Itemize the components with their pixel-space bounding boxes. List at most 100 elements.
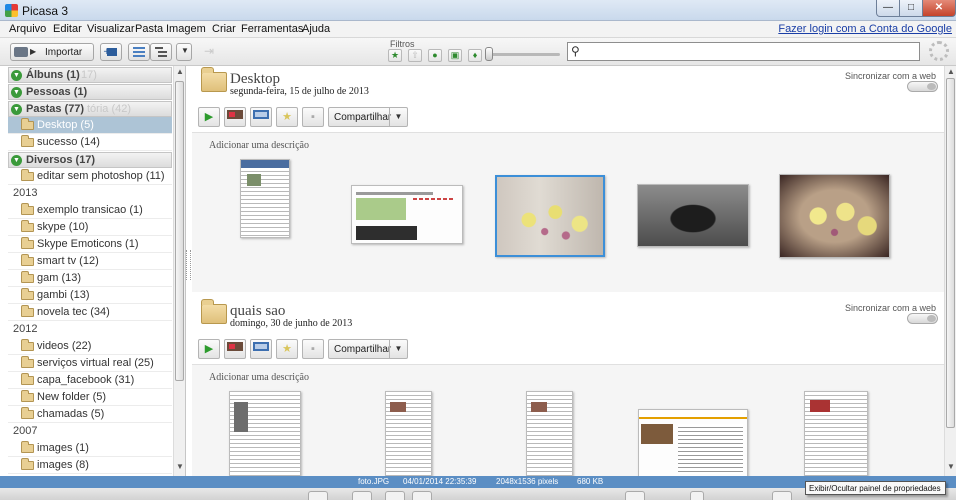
tree-view-button[interactable] — [150, 43, 172, 61]
photo-thumbnail[interactable] — [804, 391, 868, 476]
view-options-dropdown[interactable]: ▼ — [176, 43, 192, 61]
collapse-toggle-icon[interactable]: ▼ — [11, 87, 22, 98]
starred-filter-icon[interactable]: ★ — [388, 49, 402, 62]
status-datetime: 04/01/2014 22:35:39 — [403, 477, 477, 486]
date-filter-slider[interactable] — [485, 47, 493, 61]
folder-item[interactable]: skype (10) — [8, 219, 172, 236]
close-button[interactable]: ✕ — [922, 0, 956, 17]
folder-item-desktop[interactable]: Desktop (5) — [8, 117, 172, 134]
folder-icon — [21, 390, 34, 402]
thumbnail-size-slider[interactable] — [690, 491, 704, 500]
slideshow-button[interactable]: ▶ — [198, 107, 220, 127]
star-button[interactable]: ★ — [276, 107, 298, 127]
star-button[interactable]: ★ — [276, 339, 298, 359]
menu-visualizar[interactable]: Visualizar — [87, 23, 135, 35]
movie-button[interactable] — [250, 107, 272, 127]
photo-thumbnail[interactable] — [779, 174, 890, 258]
folder-view-button[interactable] — [128, 43, 150, 61]
people-filter-icon[interactable]: ● — [428, 49, 442, 62]
photo-thumbnail[interactable] — [637, 184, 749, 247]
photo-thumbnail[interactable] — [638, 409, 748, 476]
maximize-button[interactable]: □ — [899, 0, 923, 17]
folder-item[interactable]: exemplo transicao (1) — [8, 202, 172, 219]
album-description[interactable]: Adicionar uma descrição — [209, 140, 309, 151]
folder-item[interactable]: videos (22) — [8, 338, 172, 355]
google-login-link[interactable]: Fazer login com a Conta do Google — [778, 23, 952, 35]
main-scroll-thumb[interactable] — [946, 78, 955, 428]
collage-button[interactable] — [224, 339, 246, 359]
photo-thumbnail[interactable] — [526, 391, 573, 476]
folder-item[interactable]: gambi (13) — [8, 287, 172, 304]
add-to-album-button[interactable]: + — [100, 43, 122, 61]
sidebar-scroll-thumb[interactable] — [175, 81, 184, 381]
save-button[interactable]: ▪ — [302, 107, 324, 127]
share-button[interactable]: Compartilhar ▼ — [328, 339, 408, 359]
photo-thumbnail[interactable] — [351, 185, 463, 244]
collapse-toggle-icon[interactable]: ▼ — [11, 70, 22, 81]
folder-icon — [21, 288, 34, 300]
folder-item[interactable]: novela tec (34) — [8, 304, 172, 321]
menu-imagem[interactable]: Imagem — [166, 23, 206, 35]
folder-item[interactable]: editar sem photoshop (11) — [8, 168, 172, 185]
folder-item-sucesso[interactable]: sucesso (14) — [8, 134, 172, 151]
folder-item[interactable]: chamadas (5) — [8, 406, 172, 423]
collage-button[interactable] — [224, 107, 246, 127]
photo-thumbnail[interactable] — [240, 159, 290, 238]
menu-arquivo[interactable]: Arquivo — [9, 23, 46, 35]
minimize-button[interactable]: — — [876, 0, 900, 17]
search-box[interactable]: ⚲ — [567, 42, 920, 61]
save-button[interactable]: ▪ — [302, 339, 324, 359]
movie-button[interactable] — [250, 339, 272, 359]
group-albums[interactable]: ▼ Álbuns (1) 17) — [8, 67, 172, 83]
main-scrollbar[interactable]: ▲ ▼ — [944, 66, 956, 476]
folder-icon — [21, 203, 34, 215]
sync-web-toggle[interactable] — [907, 313, 938, 324]
collapse-toggle-icon[interactable]: ▼ — [11, 104, 22, 115]
album-actions: ▶ ★ ▪ Compartilhar ▼ — [198, 339, 938, 359]
sync-web-toggle[interactable] — [907, 81, 938, 92]
menu-ferramentas[interactable]: Ferramentas — [241, 23, 303, 35]
folder-item[interactable]: images (1) — [8, 440, 172, 457]
folder-item[interactable]: gam (13) — [8, 270, 172, 287]
scroll-down-icon[interactable]: ▼ — [175, 462, 185, 474]
folder-item-label: Skype Emoticons (1) — [37, 238, 139, 250]
menu-editar[interactable]: Editar — [53, 23, 82, 35]
chevron-down-icon[interactable]: ▼ — [389, 340, 407, 358]
menu-pasta[interactable]: Pasta — [135, 23, 163, 35]
photo-thumbnail[interactable] — [385, 391, 432, 476]
folder-item[interactable]: New folder (5) — [8, 389, 172, 406]
video-filter-icon[interactable]: ▣ — [448, 49, 462, 62]
geotag-filter-icon[interactable]: ♦ — [468, 49, 482, 62]
group-people[interactable]: ▼ Pessoas (1) — [8, 84, 172, 100]
folder-item[interactable]: Skype Emoticons (1) — [8, 236, 172, 253]
folder-item[interactable]: serviços virtual real (25) — [8, 355, 172, 372]
tray-star-button[interactable] — [352, 491, 372, 500]
search-input[interactable] — [586, 43, 906, 59]
import-button[interactable]: ▶ Importar — [10, 43, 94, 61]
tray-hold-button[interactable] — [308, 491, 328, 500]
sidebar-scrollbar[interactable]: ▲ ▼ — [173, 66, 185, 476]
scroll-up-icon[interactable]: ▲ — [175, 67, 185, 79]
tray-rotate-left-button[interactable] — [385, 491, 405, 500]
slideshow-button[interactable]: ▶ — [198, 339, 220, 359]
tray-zoom-icon — [625, 491, 645, 500]
sidebar-resize-handle[interactable] — [186, 250, 191, 280]
photo-thumbnail[interactable] — [229, 391, 301, 476]
share-button[interactable]: Compartilhar ▼ — [328, 107, 408, 127]
photo-thumbnail-selected[interactable] — [495, 175, 605, 257]
tray-people-button[interactable] — [772, 491, 792, 500]
album-description[interactable]: Adicionar uma descrição — [209, 372, 309, 383]
collapse-toggle-icon[interactable]: ▼ — [11, 155, 22, 166]
menu-ajuda[interactable]: Ajuda — [302, 23, 330, 35]
folder-item[interactable]: images (8) — [8, 457, 172, 474]
tray-rotate-right-button[interactable] — [412, 491, 432, 500]
folder-item-label: Desktop (5) — [37, 119, 94, 131]
menu-criar[interactable]: Criar — [212, 23, 236, 35]
group-various[interactable]: ▼ Diversos (17) — [8, 152, 172, 168]
upload-filter-icon[interactable]: ⇧ — [408, 49, 422, 62]
group-folders[interactable]: ▼ Pastas (77) tória (42) — [8, 101, 172, 117]
folder-item[interactable]: smart tv (12) — [8, 253, 172, 270]
scroll-down-icon[interactable]: ▼ — [946, 462, 956, 474]
chevron-down-icon[interactable]: ▼ — [389, 108, 407, 126]
folder-item[interactable]: capa_facebook (31) — [8, 372, 172, 389]
